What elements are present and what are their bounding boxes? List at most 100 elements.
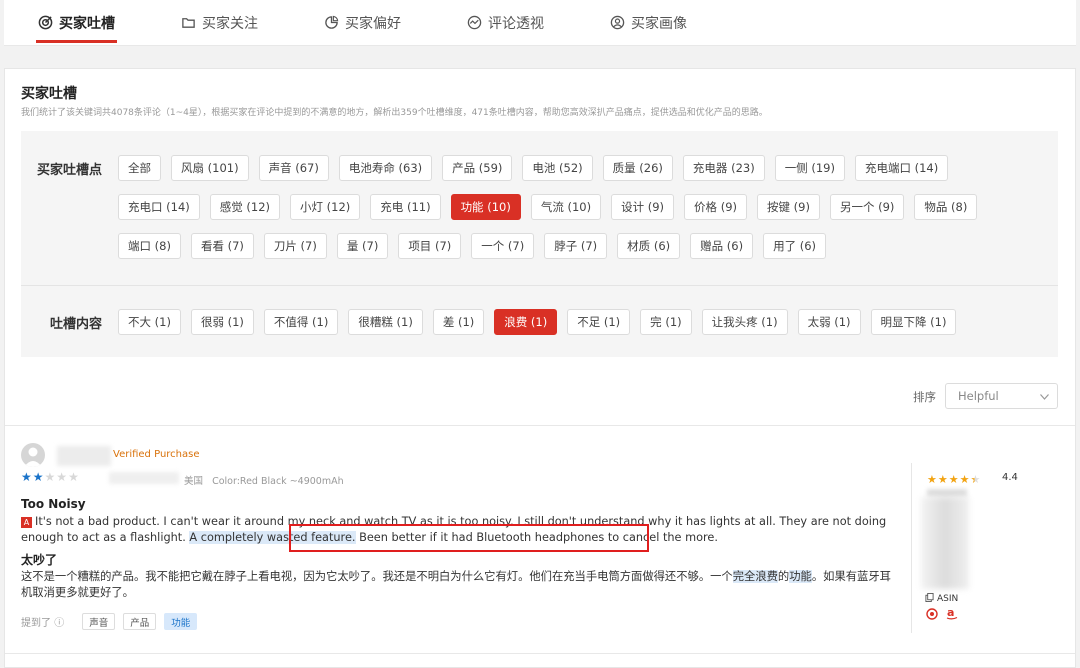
cn-text: 这不是一个糟糕的产品。我不能把它戴在脖子上看电视，因为它太吵了。我还是不明白为什… (21, 570, 733, 583)
complaint-content-chip[interactable]: 差 (1) (432, 309, 485, 335)
avatar (21, 443, 45, 467)
star-icon: ★ (927, 473, 937, 486)
star-icon: ★ (21, 470, 32, 484)
star-icon: ★ (32, 470, 44, 484)
list-separator (5, 653, 1075, 654)
complaint-content-chip[interactable]: 不大 (1) (118, 309, 181, 335)
filter-divider (21, 285, 1058, 286)
complaint-point-chip[interactable]: 充电器 (23) (682, 155, 765, 181)
complaint-point-chip[interactable]: 用了 (6) (763, 233, 827, 259)
user-icon (610, 15, 625, 30)
review-rating: ★ ★ ★ ★ ★ (21, 470, 79, 484)
cn-highlight: 完全浪费 (732, 570, 778, 583)
filter-panel: 买家吐槽点 全部 风扇 (101) 声音 (67) 电池寿命 (63) 产品 (59) 电… (21, 131, 1058, 357)
star-icon: ★ (44, 470, 56, 484)
mention-tag[interactable]: 产品 (123, 613, 157, 630)
tab-label: 买家偏好 (345, 15, 401, 32)
complaint-point-chip[interactable]: 价格 (9) (684, 194, 747, 220)
complaint-point-chip[interactable]: 项目 (7) (398, 233, 462, 259)
amazon-icon[interactable]: a (946, 606, 958, 624)
section-description: 我们统计了该关键词共4078条评论（1~4星），根据买家在评论中提到的不满意的地… (21, 108, 768, 118)
complaint-content-chip[interactable]: 很弱 (1) (190, 309, 254, 335)
complaint-content-chip[interactable]: 太弱 (1) (797, 309, 861, 335)
complaint-point-chip[interactable]: 充电 (11) (370, 194, 441, 220)
product-info-blurred (927, 489, 967, 497)
complaint-content-chip[interactable]: 让我头疼 (1) (701, 309, 788, 335)
complaint-point-chip[interactable]: 气流 (10) (530, 194, 602, 220)
section-title: 买家吐槽 (21, 86, 77, 102)
pie-icon (324, 15, 339, 30)
review-body-translated: 这不是一个糟糕的产品。我不能把它戴在脖子上看电视，因为它太吵了。我还是不明白为什… (21, 569, 891, 601)
complaint-point-chip[interactable]: 端口 (8) (118, 233, 181, 259)
product-rating-value: 4.4 (1002, 472, 1018, 483)
tab-label: 买家画像 (631, 15, 687, 32)
help-icon: ⓘ (54, 618, 65, 629)
tab-buyer-persona[interactable]: 买家画像 (608, 0, 689, 45)
complaint-point-chip[interactable]: 设计 (9) (611, 194, 675, 220)
chevron-down-icon (1040, 389, 1049, 403)
complaint-points-label: 买家吐槽点 (37, 163, 103, 178)
star-icon: ★ (68, 470, 79, 484)
complaint-point-chip[interactable]: 声音 (67) (258, 155, 329, 181)
product-rating-stars: ★ ★ ★ ★ ★ (927, 473, 980, 486)
complaint-point-chip[interactable]: 按键 (9) (757, 194, 820, 220)
complaint-points-list: 全部 风扇 (101) 声音 (67) 电池寿命 (63) 产品 (59) 电池 (52)… (118, 155, 1038, 259)
complaint-content-chip[interactable]: 很糟糕 (1) (348, 309, 423, 335)
complaint-point-chip[interactable]: 质量 (26) (602, 155, 673, 181)
mention-tag[interactable]: 功能 (164, 613, 198, 630)
complaint-content-chip[interactable]: 不足 (1) (567, 309, 631, 335)
mention-tag-list: 声音 产品 功能 (82, 613, 198, 630)
complaint-point-chip[interactable]: 充电口 (14) (118, 194, 200, 220)
verified-purchase-badge: Verified Purchase (113, 449, 200, 460)
product-divider (911, 463, 912, 633)
review-variant: Color:Red Black ~4900mAh (212, 476, 344, 487)
complaint-point-chip[interactable]: 风扇 (101) (171, 155, 249, 181)
complaint-point-chip[interactable]: 小灯 (12) (290, 194, 361, 220)
complaint-point-chip[interactable]: 一个 (7) (471, 233, 535, 259)
cn-text: 的 (777, 570, 790, 583)
star-icon: ★ (937, 473, 948, 486)
complaint-content-chip[interactable]: 浪费 (1) (494, 309, 558, 335)
asin-row[interactable]: ASIN (925, 593, 958, 605)
reviewer-name-blurred (57, 446, 111, 466)
complaint-point-chip[interactable]: 量 (7) (336, 233, 389, 259)
complaint-point-chip[interactable]: 电池 (52) (522, 155, 593, 181)
sort-label: 排序 (913, 390, 936, 404)
mentioned-tags: 提到了 ⓘ 声音 产品 功能 (21, 613, 198, 630)
complaint-point-chip[interactable]: 材质 (6) (617, 233, 681, 259)
complaint-point-chip[interactable]: 另一个 (9) (829, 194, 905, 220)
complaint-point-chip[interactable]: 赠品 (6) (690, 233, 754, 259)
complaint-point-chip[interactable]: 脖子 (7) (544, 233, 608, 259)
translate-flag-icon: A (21, 517, 32, 528)
tab-review-insight[interactable]: 评论透视 (465, 0, 546, 45)
svg-text:a: a (947, 607, 954, 619)
complaint-point-chip[interactable]: 看看 (7) (190, 233, 254, 259)
complaint-point-chip[interactable]: 全部 (118, 155, 161, 181)
complaint-point-chip[interactable]: 刀片 (7) (263, 233, 327, 259)
complaint-point-chip[interactable]: 充电端口 (14) (854, 155, 949, 181)
target-icon (38, 15, 53, 30)
cn-highlight: 功能 (789, 570, 812, 583)
tab-buyer-complaints[interactable]: 买家吐槽 (36, 0, 117, 45)
complaint-content-chip[interactable]: 明显下降 (1) (870, 309, 957, 335)
sort-select[interactable]: Helpful (945, 383, 1058, 409)
complaint-point-chip[interactable]: 电池寿命 (63) (338, 155, 433, 181)
tab-buyer-preference[interactable]: 买家偏好 (322, 0, 403, 45)
mention-tag[interactable]: 声音 (82, 613, 116, 630)
target-link-icon[interactable] (926, 607, 938, 624)
complaint-point-chip[interactable]: 功能 (10) (450, 194, 521, 220)
complaint-content-chip[interactable]: 完 (1) (640, 309, 692, 335)
complaint-content-chip[interactable]: 不值得 (1) (263, 309, 339, 335)
complaint-point-chip[interactable]: 产品 (59) (442, 155, 513, 181)
review-title-translated: 太吵了 (21, 553, 58, 567)
complaint-point-chip[interactable]: 一侧 (19) (774, 155, 845, 181)
complaint-point-chip[interactable]: 物品 (8) (914, 194, 978, 220)
product-image[interactable] (921, 497, 969, 589)
complaint-content-list: 不大 (1) 很弱 (1) 不值得 (1) 很糟糕 (1) 差 (1) 浪费 (1) 不足 … (118, 309, 1038, 335)
product-links: a (926, 606, 958, 624)
wave-icon (467, 15, 482, 30)
star-icon: ★ (970, 473, 981, 486)
tab-label: 买家吐槽 (59, 15, 115, 32)
complaint-point-chip[interactable]: 感觉 (12) (209, 194, 281, 220)
tab-buyer-focus[interactable]: 买家关注 (179, 0, 260, 45)
